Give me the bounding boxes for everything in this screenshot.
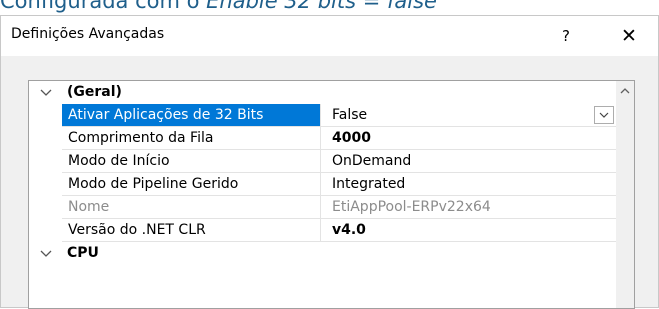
caption-italic-text: Enable 32 bits = false bbox=[206, 0, 437, 13]
row-gutter bbox=[29, 173, 62, 196]
property-row[interactable]: Modo de Início OnDemand bbox=[29, 150, 616, 173]
dialog-title: Definições Avançadas bbox=[11, 26, 165, 42]
help-button[interactable]: ? bbox=[546, 20, 586, 52]
property-value[interactable]: OnDemand bbox=[321, 150, 616, 173]
chevron-down-icon[interactable] bbox=[39, 81, 53, 104]
row-gutter bbox=[29, 150, 62, 173]
chevron-up-icon[interactable] bbox=[616, 81, 634, 101]
property-row[interactable]: Ativar Aplicações de 32 Bits False bbox=[29, 104, 616, 127]
property-value[interactable]: v4.0 bbox=[321, 219, 616, 242]
page-caption: Configurada com o Enable 32 bits = false bbox=[0, 0, 520, 14]
row-gutter bbox=[29, 219, 62, 242]
vertical-scrollbar[interactable] bbox=[616, 81, 634, 308]
dropdown-button[interactable] bbox=[594, 106, 614, 124]
category-label: CPU bbox=[67, 245, 99, 261]
property-value[interactable]: Integrated bbox=[321, 173, 616, 196]
property-row[interactable]: Comprimento da Fila 4000 bbox=[29, 127, 616, 150]
advanced-settings-dialog: Definições Avançadas ? ✕ (Geral) Ativar … bbox=[0, 15, 659, 309]
property-value-text: False bbox=[332, 107, 368, 123]
property-name[interactable]: Nome bbox=[62, 196, 321, 219]
title-bar: Definições Avançadas ? ✕ bbox=[1, 16, 658, 56]
property-name[interactable]: Versão do .NET CLR bbox=[62, 219, 321, 242]
category-label: (Geral) bbox=[67, 84, 122, 100]
property-name[interactable]: Modo de Início bbox=[62, 150, 321, 173]
row-gutter bbox=[29, 127, 62, 150]
close-icon: ✕ bbox=[621, 25, 637, 47]
caption-text: Configurada com o bbox=[0, 0, 207, 13]
category-cpu[interactable]: CPU bbox=[29, 242, 616, 265]
help-icon: ? bbox=[562, 27, 570, 45]
category-general[interactable]: (Geral) bbox=[29, 81, 616, 104]
property-grid: (Geral) Ativar Aplicações de 32 Bits Fal… bbox=[28, 80, 635, 309]
property-name[interactable]: Modo de Pipeline Gerido bbox=[62, 173, 321, 196]
property-name[interactable]: Comprimento da Fila bbox=[62, 127, 321, 150]
property-value[interactable]: EtiAppPool-ERPv22x64 bbox=[321, 196, 616, 219]
property-row[interactable]: Nome EtiAppPool-ERPv22x64 bbox=[29, 196, 616, 219]
property-name[interactable]: Ativar Aplicações de 32 Bits bbox=[62, 104, 321, 127]
row-gutter bbox=[29, 196, 62, 219]
row-gutter bbox=[29, 104, 62, 127]
property-value[interactable]: False bbox=[321, 104, 616, 127]
chevron-down-icon bbox=[599, 112, 609, 118]
property-row[interactable]: Modo de Pipeline Gerido Integrated bbox=[29, 173, 616, 196]
close-button[interactable]: ✕ bbox=[607, 20, 651, 52]
property-row[interactable]: Versão do .NET CLR v4.0 bbox=[29, 219, 616, 242]
property-value[interactable]: 4000 bbox=[321, 127, 616, 150]
chevron-down-icon[interactable] bbox=[39, 242, 53, 265]
